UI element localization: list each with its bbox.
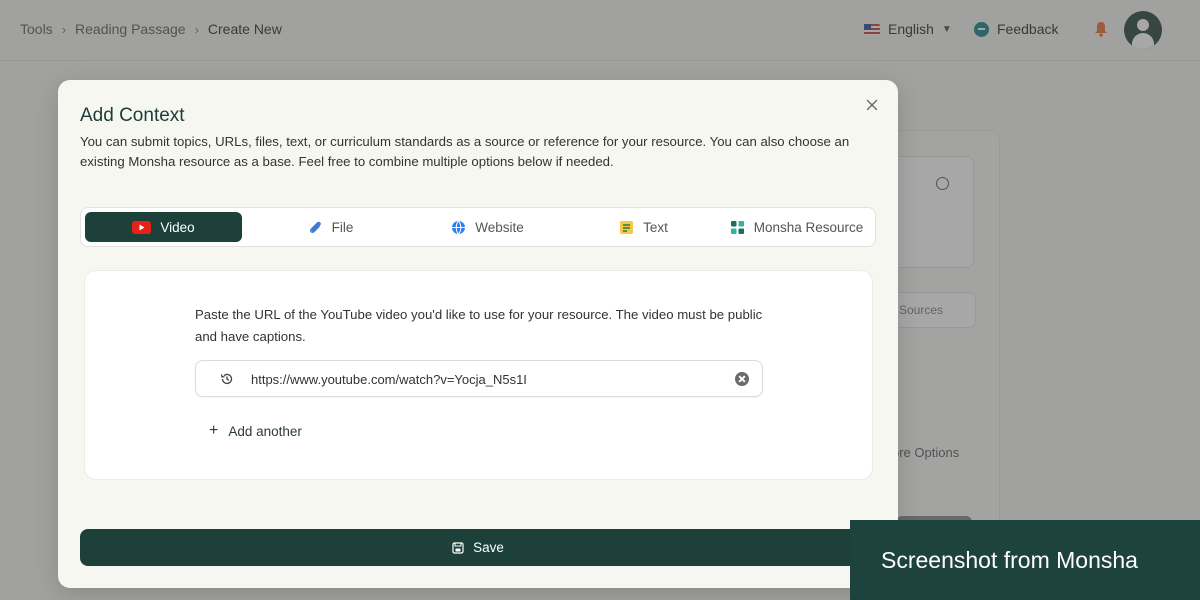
video-url-field[interactable]	[195, 360, 763, 397]
tab-video-label: Video	[160, 219, 195, 235]
video-panel: Paste the URL of the YouTube video you'd…	[84, 270, 873, 480]
add-another-label: Add another	[228, 423, 302, 439]
tab-website[interactable]: Website	[410, 212, 565, 242]
close-icon[interactable]	[864, 97, 880, 113]
tab-website-label: Website	[475, 219, 524, 235]
watermark-banner: Screenshot from Monsha	[850, 520, 1200, 600]
globe-icon	[451, 220, 466, 235]
video-instructions: Paste the URL of the YouTube video you'd…	[195, 307, 763, 344]
tab-file-label: File	[331, 219, 354, 235]
modal-description: You can submit topics, URLs, files, text…	[80, 134, 850, 169]
add-context-modal: Add Context You can submit topics, URLs,…	[58, 80, 898, 588]
watermark-text: Screenshot from Monsha	[881, 546, 1138, 573]
modal-title: Add Context	[80, 105, 185, 126]
save-button[interactable]: Save	[80, 529, 876, 566]
tab-text[interactable]: Text	[565, 212, 722, 242]
paperclip-icon	[308, 220, 323, 235]
save-icon	[452, 541, 464, 554]
tab-video[interactable]: Video	[85, 212, 242, 242]
history-icon[interactable]	[220, 372, 234, 386]
video-url-input[interactable]	[251, 372, 721, 387]
add-another-button[interactable]: + Add another	[209, 422, 302, 440]
source-tabs: Video File Website Text Monsha Resource	[80, 207, 876, 247]
plus-icon: +	[209, 422, 219, 439]
tab-monsha-resource-label: Monsha Resource	[753, 219, 864, 235]
youtube-icon	[132, 220, 152, 234]
grid-icon	[730, 220, 745, 235]
save-label: Save	[473, 540, 504, 555]
tab-file[interactable]: File	[252, 212, 409, 242]
clear-icon[interactable]	[735, 372, 749, 386]
text-icon	[619, 220, 634, 235]
tab-monsha-resource[interactable]: Monsha Resource	[722, 212, 871, 242]
tab-text-label: Text	[643, 219, 668, 235]
